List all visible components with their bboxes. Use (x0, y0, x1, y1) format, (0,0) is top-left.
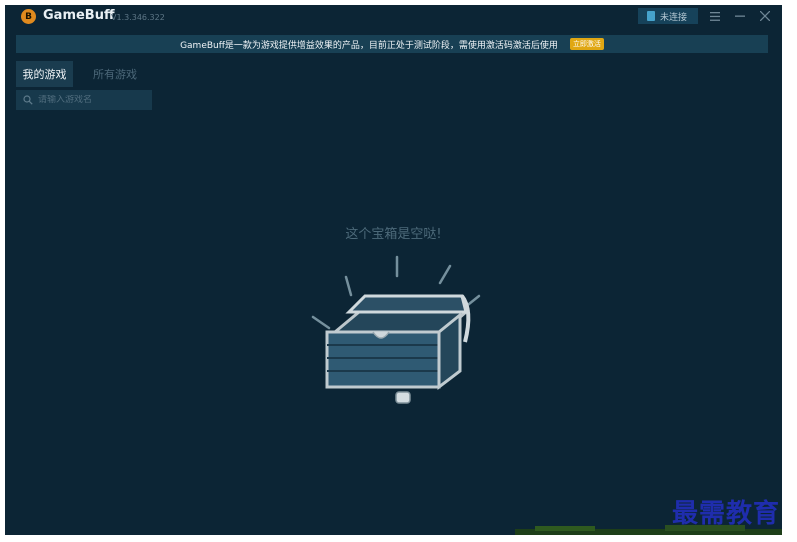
connection-status-button[interactable]: 未连接 (638, 8, 698, 24)
close-icon (760, 11, 770, 21)
menu-button[interactable] (707, 8, 723, 24)
app-version: V1.3.346.322 (111, 13, 165, 22)
tab-my-games[interactable]: 我的游戏 (16, 61, 73, 87)
activate-now-button[interactable]: 立即激活 (569, 38, 604, 50)
search-input[interactable] (38, 95, 138, 105)
minimize-button[interactable] (732, 8, 748, 24)
app-window: B GameBuff V1.3.346.322 未连接 GameBuff是一款为… (5, 5, 782, 535)
empty-state-message: 这个宝箱是空哒! (345, 227, 442, 242)
search-box (16, 90, 152, 110)
watermark-logo: 最需教育 (672, 499, 781, 529)
connection-status-label: 未连接 (660, 12, 688, 23)
menu-icon (710, 11, 720, 21)
treasure-chest-icon (311, 255, 481, 404)
titlebar: B GameBuff V1.3.346.322 未连接 (5, 5, 782, 29)
banner-text: GameBuff是一款为游戏提供增益效果的产品，目前正处于测试阶段，需使用激活码… (180, 40, 558, 51)
minimize-icon (735, 15, 745, 17)
gamebuff-logo-icon: B (21, 9, 36, 24)
beta-notice-banner: GameBuff是一款为游戏提供增益效果的产品，目前正处于测试阶段，需使用激活码… (16, 35, 768, 53)
close-button[interactable] (757, 8, 773, 24)
app-title: GameBuff (43, 8, 115, 23)
tab-all-games[interactable]: 所有游戏 (85, 61, 145, 87)
logo-letter: B (25, 11, 32, 22)
search-icon (23, 95, 33, 105)
connection-icon (647, 11, 655, 21)
